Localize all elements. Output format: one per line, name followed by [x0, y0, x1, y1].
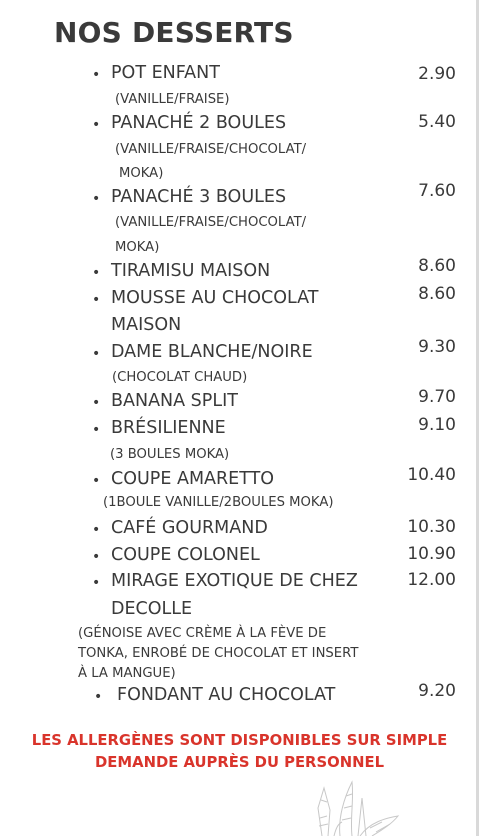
- item-name: PANACHÉ 2 BOULES: [111, 113, 287, 133]
- bullet: •: [92, 117, 101, 133]
- item-description: (GÉNOISE AVEC CRÈME À LA FÈVE DE: [78, 626, 327, 641]
- item-description: À LA MANGUE): [78, 666, 176, 681]
- bullet: •: [92, 67, 101, 83]
- bullet: •: [92, 191, 101, 207]
- item-price: 9.70: [418, 387, 456, 407]
- item-name: FONDANT AU CHOCOLAT: [117, 685, 336, 705]
- item-price: 2.90: [418, 64, 456, 84]
- item-price: 8.60: [418, 256, 456, 276]
- bullet: •: [94, 689, 103, 705]
- item-price: 10.30: [407, 517, 456, 537]
- bullet: •: [92, 575, 101, 591]
- allergen-notice-line-1: LES ALLERGÈNES SONT DISPONIBLES SUR SIMP…: [31, 732, 448, 749]
- bullet: •: [92, 395, 101, 411]
- item-price: 12.00: [407, 570, 456, 590]
- allergen-notice-line-2: DEMANDE AUPRÈS DU PERSONNEL: [95, 754, 384, 771]
- item-description: (1BOULE VANILLE/2BOULES MOKA): [103, 495, 334, 510]
- item-name: POT ENFANT: [111, 63, 220, 83]
- item-description: TONKA, ENROBÉ DE CHOCOLAT ET INSERT: [78, 646, 359, 661]
- item-description: (VANILLE/FRAISE/CHOCOLAT/: [115, 142, 307, 157]
- item-description: (CHOCOLAT CHAUD): [112, 370, 248, 385]
- item-name: COUPE AMARETTO: [111, 469, 275, 489]
- item-description: (VANILLE/FRAISE/CHOCOLAT/: [115, 215, 307, 230]
- item-price: 8.60: [418, 284, 456, 304]
- bullet: •: [92, 292, 101, 308]
- item-name: CAFÉ GOURMAND: [111, 518, 268, 538]
- bullet: •: [92, 473, 101, 489]
- bullet: •: [92, 549, 101, 565]
- bullet: •: [92, 346, 101, 362]
- item-price: 10.40: [407, 465, 456, 485]
- item-name: PANACHÉ 3 BOULES: [111, 187, 287, 207]
- item-name: BRÉSILIENNE: [111, 418, 226, 438]
- item-price: 9.20: [418, 681, 456, 701]
- page-title: NOS DESSERTS: [54, 16, 294, 49]
- bullet: •: [92, 422, 101, 438]
- item-name-continued: DECOLLE: [111, 599, 193, 619]
- item-name: TIRAMISU MAISON: [111, 261, 271, 281]
- item-description: (3 BOULES MOKA): [110, 447, 230, 462]
- bullet: •: [92, 265, 101, 281]
- item-price: 9.30: [418, 337, 456, 357]
- item-description: (VANILLE/FRAISE): [115, 92, 230, 107]
- item-name-continued: MAISON: [111, 315, 182, 335]
- item-price: 10.90: [407, 544, 456, 564]
- bullet: •: [92, 522, 101, 538]
- item-name: BANANA SPLIT: [111, 391, 238, 411]
- item-price: 9.10: [418, 415, 456, 435]
- item-description: MOKA): [115, 240, 160, 255]
- item-name: MOUSSE AU CHOCOLAT: [111, 288, 319, 308]
- item-price: 5.40: [418, 112, 456, 132]
- item-description: MOKA): [119, 166, 164, 181]
- item-name: COUPE COLONEL: [111, 545, 260, 565]
- item-name: MIRAGE EXOTIQUE DE CHEZ: [111, 571, 358, 591]
- ice-cream-sketch-icon: [317, 780, 400, 836]
- item-name: DAME BLANCHE/NOIRE: [111, 342, 313, 362]
- item-price: 7.60: [418, 181, 456, 201]
